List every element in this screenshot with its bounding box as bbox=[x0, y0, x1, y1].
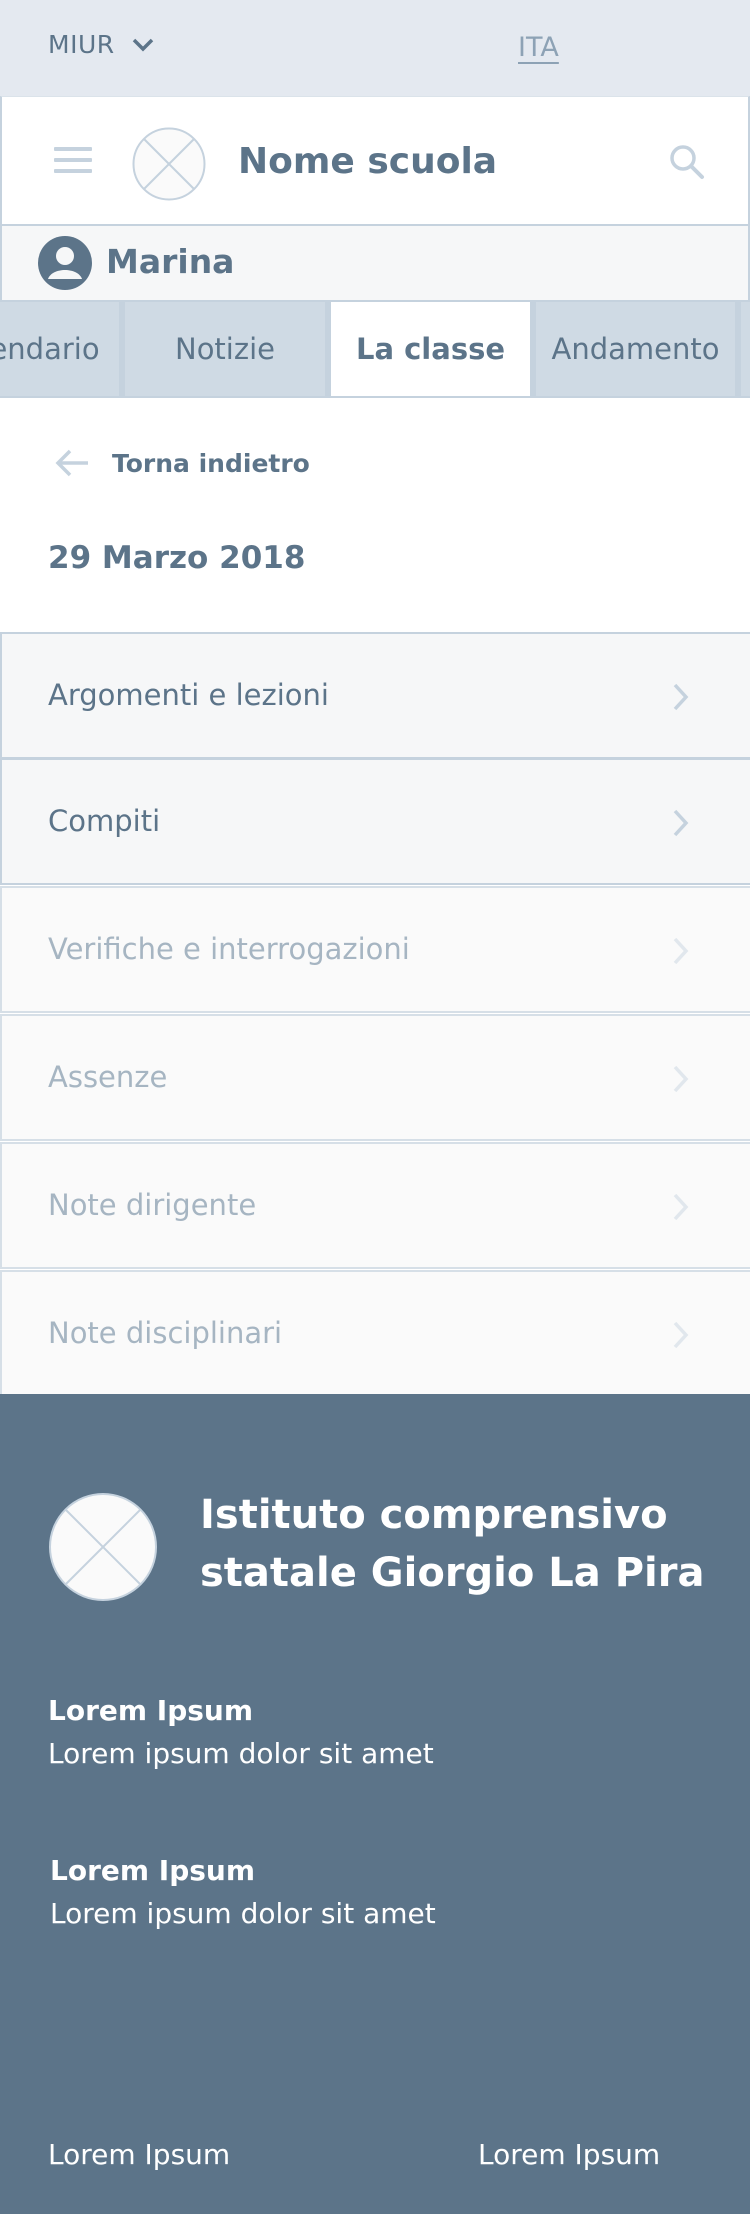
tab-next[interactable] bbox=[741, 302, 750, 396]
user-bar[interactable]: Marina bbox=[0, 226, 750, 302]
footer-info-block: Lorem Ipsum Lorem ipsum dolor sit amet bbox=[50, 1854, 436, 1930]
section-tabs: endario Notizie La classe Andamento bbox=[0, 302, 750, 398]
arrow-left-icon bbox=[55, 449, 88, 477]
list-item-label: Note dirigente bbox=[48, 1188, 257, 1222]
search-icon[interactable] bbox=[668, 143, 706, 181]
tab-notizie[interactable]: Notizie bbox=[125, 302, 328, 396]
language-link[interactable]: ITA bbox=[518, 32, 559, 63]
tab-andamento[interactable]: Andamento bbox=[536, 302, 738, 396]
footer-block-text: Lorem ipsum dolor sit amet bbox=[48, 1737, 434, 1770]
chevron-right-icon bbox=[673, 1065, 689, 1093]
site-header: Nome scuola bbox=[0, 96, 750, 226]
list-item-verifiche[interactable]: Verifiche e interrogazioni bbox=[0, 886, 750, 1013]
footer-info-block: Lorem Ipsum Lorem ipsum dolor sit amet bbox=[48, 1694, 434, 1770]
list-item-label: Argomenti e lezioni bbox=[48, 678, 329, 712]
footer-block-heading: Lorem Ipsum bbox=[48, 1694, 254, 1727]
list-item-label: Compiti bbox=[48, 804, 161, 838]
list-item-note-disciplinari[interactable]: Note disciplinari bbox=[0, 1270, 750, 1397]
top-bar: MIUR ITA bbox=[0, 0, 750, 96]
hamburger-menu-icon[interactable] bbox=[54, 147, 92, 180]
page-date: 29 Marzo 2018 bbox=[48, 540, 306, 576]
footer-link[interactable]: Lorem Ipsum bbox=[48, 2138, 230, 2171]
tab-la-classe[interactable]: La classe bbox=[331, 302, 533, 396]
tab-calendario[interactable]: endario bbox=[0, 302, 122, 396]
chevron-right-icon bbox=[673, 1193, 689, 1221]
list-item-label: Assenze bbox=[48, 1060, 168, 1094]
list-item-assenze[interactable]: Assenze bbox=[0, 1014, 750, 1141]
org-dropdown[interactable]: MIUR bbox=[48, 30, 155, 59]
school-name[interactable]: Nome scuola bbox=[238, 141, 497, 182]
list-item-compiti[interactable]: Compiti bbox=[0, 758, 750, 885]
user-name: Marina bbox=[106, 242, 235, 281]
footer-block-heading: Lorem Ipsum bbox=[50, 1854, 256, 1887]
user-avatar-icon bbox=[38, 236, 92, 290]
chevron-right-icon bbox=[673, 937, 689, 965]
back-link[interactable]: Torna indietro bbox=[54, 448, 310, 478]
list-item-note-dirigente[interactable]: Note dirigente bbox=[0, 1142, 750, 1269]
chevron-right-icon bbox=[673, 809, 689, 837]
list-item-label: Note disciplinari bbox=[48, 1316, 283, 1350]
footer-block-text: Lorem ipsum dolor sit amet bbox=[50, 1897, 436, 1930]
list-item-argomenti[interactable]: Argomenti e lezioni bbox=[0, 632, 750, 759]
chevron-right-icon bbox=[673, 683, 689, 711]
org-label: MIUR bbox=[48, 30, 115, 59]
site-footer: Istituto comprensivo statale Giorgio La … bbox=[0, 1394, 750, 2214]
chevron-down-icon bbox=[132, 38, 153, 51]
logo-placeholder-icon bbox=[49, 1493, 157, 1601]
back-label: Torna indietro bbox=[112, 448, 310, 478]
chevron-right-icon bbox=[673, 1321, 689, 1349]
footer-link[interactable]: Lorem Ipsum bbox=[478, 2138, 660, 2171]
logo-placeholder-icon bbox=[132, 127, 206, 201]
institute-name: Istituto comprensivo statale Giorgio La … bbox=[200, 1492, 705, 1596]
list-item-label: Verifiche e interrogazioni bbox=[48, 932, 410, 966]
